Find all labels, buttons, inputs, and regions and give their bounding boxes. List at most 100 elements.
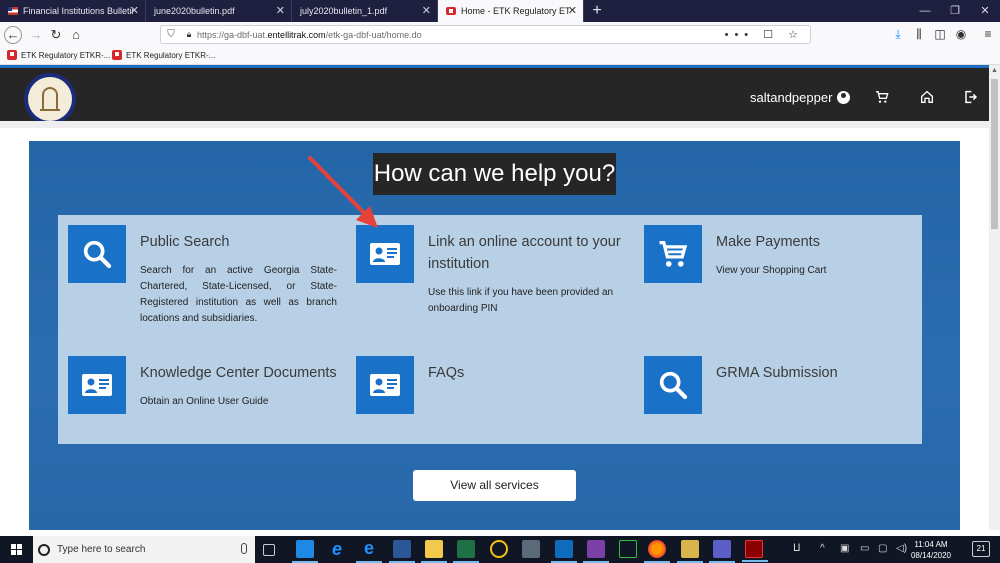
page-scrollbar[interactable]: ▲ [989, 65, 1000, 530]
download-icon[interactable]: ⤓ [891, 27, 905, 41]
service-title: Make Payments [716, 234, 820, 250]
minimize-button[interactable]: — [910, 0, 940, 22]
bookmark-item[interactable]: ETK Regulatory ETKR-... [112, 50, 215, 60]
close-tab-icon[interactable]: ✕ [130, 4, 139, 17]
service-title: Knowledge Center Documents [140, 365, 337, 381]
word-icon[interactable] [389, 540, 415, 563]
agency-seal-logo[interactable] [24, 73, 76, 125]
page-actions[interactable]: ••• ☐ ☆ [725, 28, 804, 41]
scrollbar-thumb[interactable] [991, 79, 998, 229]
captivate-icon[interactable] [619, 540, 637, 558]
service-faqs[interactable]: FAQs [356, 356, 556, 426]
close-tab-icon[interactable]: ✕ [422, 4, 431, 17]
edge-icon[interactable]: e [356, 539, 382, 563]
battery-icon[interactable]: ▭ [860, 543, 869, 554]
etk-icon [446, 7, 456, 15]
restore-button[interactable]: ❐ [940, 0, 970, 22]
windows-start-icon[interactable] [0, 536, 33, 563]
new-tab-button[interactable]: + [588, 0, 606, 22]
calculator-icon[interactable] [522, 540, 540, 558]
cortana-icon [38, 543, 50, 556]
logout-icon[interactable] [962, 89, 978, 105]
user-menu[interactable]: saltandpepper [750, 90, 851, 105]
home-icon[interactable] [919, 89, 935, 105]
tab-label: Home - ETK Regulatory ETKR-… [461, 6, 569, 16]
file-explorer-icon[interactable] [421, 540, 447, 563]
close-tab-icon[interactable]: ✕ [568, 4, 577, 17]
taskbar-clock[interactable]: 11:04 AM 08/14/2020 [906, 539, 956, 561]
tab-financial-bulletin[interactable]: Financial Institutions Bulletin (2 ✕ [0, 0, 146, 22]
services-panel: Public Search Search for an active Georg… [58, 215, 922, 444]
close-window-button[interactable]: ✕ [970, 0, 1000, 22]
taskbar-search-input[interactable]: Type here to search [33, 536, 255, 563]
cart-icon [644, 225, 702, 283]
page-content: saltandpepper How can we help you? Publi… [0, 65, 989, 530]
tab-label: july2020bulletin_1.pdf [300, 6, 388, 16]
people-app-icon[interactable] [292, 540, 318, 563]
internet-explorer-icon[interactable]: e [328, 540, 346, 558]
shield-icon[interactable]: ⛉ [161, 29, 181, 40]
service-title: GRMA Submission [716, 365, 838, 381]
site-header: saltandpepper [0, 68, 989, 125]
people-tray-icon[interactable]: ⵡ [793, 543, 801, 554]
archive-app-icon[interactable] [677, 540, 703, 563]
forward-button[interactable]: → [26, 25, 46, 45]
search-icon [68, 225, 126, 283]
microphone-icon[interactable] [241, 543, 247, 554]
task-view-icon[interactable] [263, 544, 275, 556]
bookmark-label: ETK Regulatory ETKR-... [126, 50, 216, 60]
norton-icon[interactable] [490, 540, 508, 558]
security-tray-icon[interactable]: ▣ [840, 543, 849, 554]
teams-icon[interactable] [709, 540, 735, 563]
etk-icon [7, 50, 17, 60]
library-icon[interactable]: ⫼ [912, 27, 926, 41]
id-card-icon [68, 356, 126, 414]
service-description: Search for an active Georgia State-Chart… [140, 265, 337, 324]
url-path: /etk-ga-dbf-uat/home.do [325, 29, 422, 40]
sidebar-icon[interactable]: ◫ [933, 27, 947, 41]
view-all-services-button[interactable]: View all services [413, 470, 576, 501]
lock-icon[interactable]: 🔒︎ [181, 29, 197, 40]
service-title: Link an online account to your instituti… [428, 234, 621, 272]
tab-july-bulletin[interactable]: july2020bulletin_1.pdf ✕ [292, 0, 438, 22]
firefox-icon[interactable] [644, 540, 670, 563]
scroll-up-icon[interactable]: ▲ [989, 67, 1000, 77]
service-description: View your Shopping Cart [716, 265, 827, 276]
bookmark-item[interactable]: ETK Regulatory ETKR-... [7, 50, 110, 60]
excel-icon[interactable] [453, 540, 479, 563]
home-button[interactable]: ⌂ [66, 25, 86, 45]
user-icon [837, 91, 851, 104]
cart-icon[interactable] [874, 89, 890, 105]
browser-tab-bar: Financial Institutions Bulletin (2 ✕ jun… [0, 0, 1000, 22]
outlook-icon[interactable] [551, 540, 577, 563]
service-knowledge-center[interactable]: Knowledge Center Documents Obtain an Onl… [68, 356, 348, 426]
onenote-icon[interactable] [583, 540, 609, 563]
url-prefix: https://ga-dbf-uat. [197, 29, 268, 40]
search-icon [644, 356, 702, 414]
reload-button[interactable]: ↻ [46, 25, 66, 45]
service-description: Obtain an Online User Guide [140, 396, 269, 407]
service-link-account[interactable]: Link an online account to your instituti… [356, 225, 636, 335]
tab-june-bulletin[interactable]: june2020bulletin.pdf ✕ [146, 0, 292, 22]
close-tab-icon[interactable]: ✕ [276, 4, 285, 17]
address-bar[interactable]: ⛉ 🔒︎ https://ga-dbf-uat. entellitrak.com /… [160, 25, 811, 44]
service-public-search[interactable]: Public Search Search for an active Georg… [68, 225, 338, 335]
account-icon[interactable]: ◉ [954, 27, 968, 41]
browser-nav-bar: ← → ↻ ⌂ ⛉ 🔒︎ https://ga-dbf-uat. entellit… [0, 22, 1000, 47]
menu-icon[interactable]: ≡ [981, 27, 995, 41]
username: saltandpepper [750, 90, 833, 105]
windows-taskbar: Type here to search e e ⵡ ^ ▣ ▭ ▢ ◁) 11:… [0, 536, 1000, 563]
action-center-icon[interactable]: 21 [972, 541, 990, 557]
tab-etk-home[interactable]: Home - ETK Regulatory ETKR-… ✕ [438, 0, 584, 22]
clock-date: 08/14/2020 [910, 551, 952, 560]
acrobat-icon[interactable] [742, 540, 768, 562]
network-icon[interactable]: ▢ [878, 543, 887, 554]
service-grma-submission[interactable]: GRMA Submission [644, 356, 864, 426]
service-description: Use this link if you have been provided … [428, 287, 614, 314]
service-title: FAQs [428, 365, 465, 381]
tab-label: Financial Institutions Bulletin (2 [23, 6, 133, 16]
show-hidden-icons[interactable]: ^ [820, 543, 825, 554]
service-make-payments[interactable]: Make Payments View your Shopping Cart [644, 225, 904, 335]
url-domain: entellitrak.com [267, 29, 326, 40]
back-button[interactable]: ← [4, 26, 22, 44]
